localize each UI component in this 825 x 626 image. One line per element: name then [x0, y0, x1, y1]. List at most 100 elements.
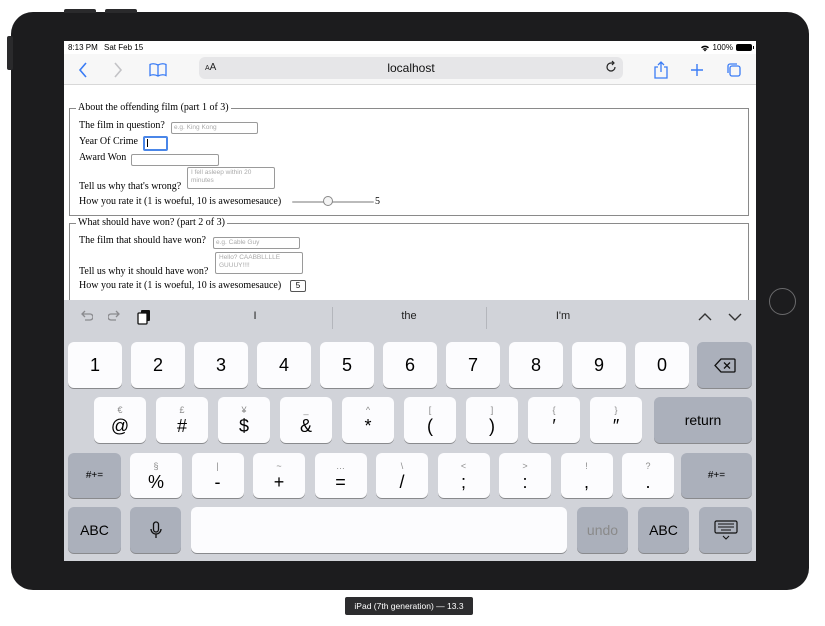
forward-icon[interactable] — [108, 60, 128, 80]
key-symbol[interactable]: € @ — [94, 397, 146, 443]
key-9[interactable]: 9 — [572, 342, 626, 388]
key-symbol[interactable]: … = — [314, 453, 367, 498]
key-symbol[interactable]: §% — [130, 453, 182, 498]
side-button — [7, 36, 13, 70]
key-symbol-label: $ — [238, 416, 249, 436]
key-symbol[interactable]: ~ + — [253, 453, 305, 498]
award-label: Award Won — [79, 152, 127, 163]
key-symbol[interactable]: ¥ $ — [218, 397, 270, 443]
key-6[interactable]: 6 — [383, 342, 437, 388]
key-symbol-label: : — [522, 471, 528, 492]
rating-slider[interactable] — [292, 201, 374, 203]
winner-rating-input[interactable]: 5 — [290, 280, 306, 292]
key-symbol-alt: ¥ — [241, 405, 247, 415]
film-input[interactable]: e.g. King Kong — [171, 122, 258, 134]
key-8[interactable]: 8 — [509, 342, 563, 388]
bookmarks-icon[interactable] — [148, 60, 168, 80]
key-0[interactable]: 0 — [635, 342, 689, 388]
key-symbol-label: , — [583, 471, 589, 492]
key-symbol-alt: { — [552, 405, 556, 415]
key-symbol[interactable]: _ & — [280, 397, 332, 443]
key-2-label: 2 — [152, 355, 163, 375]
suggestion-2[interactable]: the — [334, 310, 484, 322]
wifi-icon — [700, 45, 709, 51]
dictation-key[interactable] — [130, 507, 181, 553]
award-input[interactable] — [131, 154, 219, 166]
key-symbol-label: + — [273, 471, 285, 492]
winner-film-label: The film that should have won? — [79, 235, 206, 246]
symbols-key-left[interactable]: #+= — [68, 453, 121, 498]
key-symbol[interactable]: <; — [437, 453, 490, 498]
suggestion-1[interactable]: I — [180, 310, 330, 322]
abc-key-right[interactable]: ABC — [638, 507, 689, 553]
key-3[interactable]: 3 — [194, 342, 248, 388]
key-5[interactable]: 5 — [320, 342, 374, 388]
key-symbol-alt: ^ — [365, 405, 371, 415]
new-tab-icon[interactable] — [687, 60, 707, 80]
rating-slider-thumb[interactable] — [323, 196, 334, 206]
tabs-icon[interactable] — [724, 60, 744, 80]
key-symbol-label: ′ — [552, 416, 556, 436]
key-symbol[interactable]: \ / — [376, 453, 428, 498]
key-2[interactable]: 2 — [131, 342, 185, 388]
key-symbol-alt: > — [522, 460, 528, 471]
rating-label: How you rate it (1 is woeful, 10 is awes… — [79, 196, 282, 207]
chevron-up-icon[interactable] — [698, 312, 712, 322]
key-6-label: 6 — [404, 355, 415, 375]
redo-icon[interactable] — [108, 310, 122, 324]
status-time: 8:13 PM — [68, 43, 98, 52]
key-symbol[interactable]: ?. — [622, 453, 674, 498]
battery-percent: 100% — [712, 43, 733, 52]
battery-icon — [736, 44, 754, 51]
web-page: About the offending film (part 1 of 3) T… — [64, 86, 756, 308]
key-symbol-alt: } — [614, 405, 618, 415]
hide-keyboard-key[interactable] — [699, 507, 752, 553]
key-symbol[interactable]: | - — [191, 453, 244, 498]
symbols-key-right[interactable]: #+= — [681, 453, 752, 498]
key-symbol-label: % — [147, 471, 164, 492]
undo-icon[interactable] — [79, 310, 93, 324]
key-symbol[interactable]: £ # — [156, 397, 208, 443]
why-textarea[interactable]: I fell asleep within 20 minutes — [187, 167, 275, 189]
suggestion-3[interactable]: I'm — [488, 310, 638, 322]
winner-why-textarea[interactable]: Hello? CAABBLLLLE GUUUY!!!! — [215, 252, 303, 274]
share-icon[interactable] — [651, 60, 671, 80]
ipad-screen: 8:13 PM Sat Feb 15 100% AA localhost Abo… — [64, 41, 756, 561]
undo-key[interactable]: undo — [577, 507, 628, 553]
key-symbol[interactable]: >: — [499, 453, 551, 498]
key-symbol-label: ( — [427, 416, 433, 436]
key-symbol[interactable]: } ″ — [590, 397, 642, 443]
status-date: Sat Feb 15 — [104, 43, 144, 52]
fieldset-part1: About the offending film (part 1 of 3) T… — [69, 102, 749, 216]
microphone-icon — [149, 521, 162, 538]
year-input[interactable] — [143, 136, 168, 151]
key-symbol[interactable]: {′ — [528, 397, 580, 443]
key-5-label: 5 — [341, 355, 352, 375]
key-7[interactable]: 7 — [446, 342, 500, 388]
safari-toolbar: AA localhost — [64, 54, 756, 85]
return-key[interactable]: return — [654, 397, 752, 443]
back-icon[interactable] — [73, 60, 93, 80]
key-symbol-label: ″ — [612, 416, 620, 436]
delete-key[interactable] — [697, 342, 752, 388]
chevron-down-icon[interactable] — [728, 312, 742, 322]
clipboard-icon[interactable] — [137, 309, 151, 325]
key-4[interactable]: 4 — [257, 342, 311, 388]
key-symbol-label: # — [176, 416, 187, 436]
key-1[interactable]: 1 — [68, 342, 122, 388]
abc-key-left[interactable]: ABC — [68, 507, 121, 553]
reload-icon[interactable] — [604, 60, 618, 74]
key-symbol[interactable]: ]) — [466, 397, 518, 443]
home-button[interactable] — [769, 288, 796, 315]
key-symbol[interactable]: ^ * — [342, 397, 394, 443]
key-9-label: 9 — [593, 355, 604, 375]
space-key[interactable] — [191, 507, 567, 553]
key-symbol-alt: < — [460, 460, 467, 471]
delete-icon — [713, 357, 736, 373]
key-symbol[interactable]: !, — [560, 453, 613, 498]
key-symbol-label: = — [335, 471, 346, 492]
winner-film-input[interactable]: e.g. Cable Guy — [213, 237, 300, 249]
address-bar[interactable]: AA localhost — [199, 57, 623, 79]
key-symbol-alt: ! — [585, 460, 588, 471]
key-symbol[interactable]: [( — [404, 397, 456, 443]
